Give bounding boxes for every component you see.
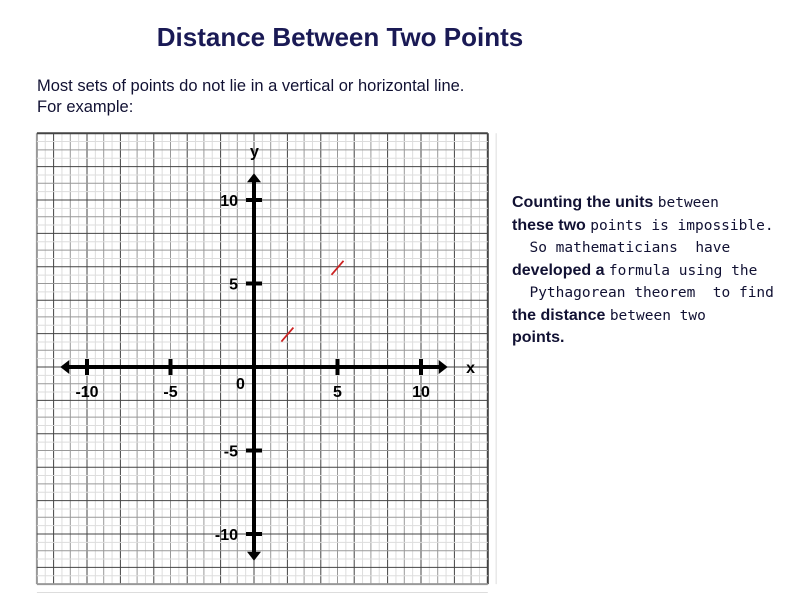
explanation-text: Counting the units between these two poin… [512, 192, 800, 349]
explanation-line: points. [512, 327, 800, 349]
explanation-line: developed a formula using the [512, 260, 800, 283]
x-axis-label: x [466, 360, 475, 377]
y-tick-label: 10 [220, 193, 238, 210]
axes [60, 173, 448, 561]
explanation-segment: formula using the [608, 262, 758, 279]
y-tick-label: 5 [229, 277, 238, 294]
explanation-line: So mathematicians have [512, 237, 800, 260]
x-tick-label: -5 [163, 384, 177, 401]
y-tick-label: -5 [224, 444, 238, 461]
y-tick-label: -10 [215, 527, 238, 544]
explanation-segment: developed a [512, 261, 609, 279]
explanation-segment: points is impossible. [590, 217, 774, 234]
explanation-segment: between [657, 195, 719, 211]
explanation-segment: these two [512, 216, 591, 234]
explanation-line: the distance between two [512, 305, 800, 328]
explanation-segment: the distance [512, 306, 610, 324]
explanation-line: Pythagorean theorem to find [512, 282, 800, 305]
explanation-segment: points. [512, 329, 565, 346]
explanation-line: Counting the units between [512, 192, 800, 215]
grid [35, 132, 497, 593]
explanation-segment: Pythagorean theorem to find [512, 285, 774, 301]
origin-label: 0 [236, 376, 245, 393]
y-axis-label: y [250, 144, 259, 161]
x-tick-label: 5 [333, 384, 342, 401]
x-tick-label: 10 [412, 384, 430, 401]
explanation-line: these two points is impossible. [512, 215, 800, 238]
explanation-segment: between two [609, 307, 706, 324]
explanation-segment: Counting the units [512, 194, 658, 211]
explanation-segment: So mathematicians have [512, 240, 731, 256]
x-tick-label: -10 [75, 384, 98, 401]
